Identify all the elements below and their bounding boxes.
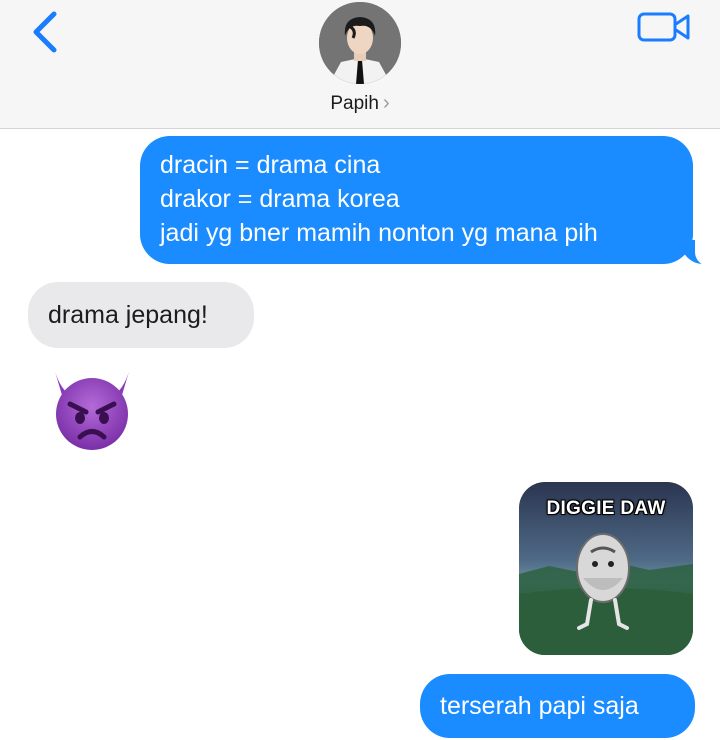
chevron-left-icon[interactable]: [28, 8, 68, 56]
sent-message-bubble[interactable]: terserah papi saja: [420, 674, 695, 738]
conversation-header: Papih ›: [0, 0, 720, 129]
sticker-image[interactable]: DIGGIE DAW: [519, 482, 693, 655]
video-camera-icon[interactable]: [636, 10, 692, 44]
message-line: dracin = drama cina: [160, 151, 381, 179]
avatar-photo: [319, 2, 401, 84]
received-message-bubble[interactable]: drama jepang!: [28, 282, 254, 348]
angry-devil-emoji[interactable]: [46, 362, 138, 454]
message-line: drama jepang!: [48, 301, 208, 329]
sent-message-bubble[interactable]: dracin = drama cina drakor = drama korea…: [140, 136, 693, 264]
message-line: terserah papi saja: [440, 692, 639, 720]
sticker-caption: DIGGIE DAW: [546, 498, 666, 519]
contact-name: Papih: [330, 93, 379, 114]
bubble-tail-mask: [695, 236, 715, 266]
message-line: drakor = drama korea: [160, 185, 400, 213]
avatar[interactable]: [319, 2, 401, 84]
contact-name-button[interactable]: Papih ›: [0, 92, 720, 115]
message-line: jadi yg bner mamih nonton yg mana pih: [160, 219, 598, 247]
chevron-right-icon: ›: [382, 92, 390, 114]
